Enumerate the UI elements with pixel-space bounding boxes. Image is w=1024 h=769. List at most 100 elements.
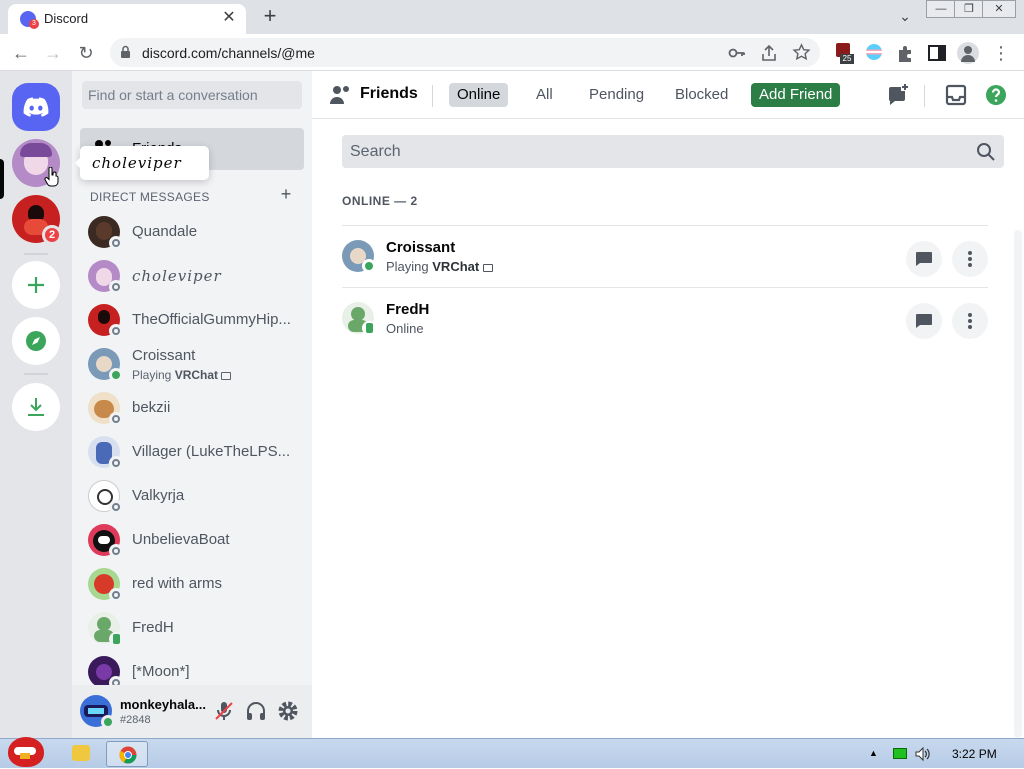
new-group-dm-icon[interactable] (886, 83, 910, 107)
friends-wave-icon (330, 86, 349, 104)
dm-name: Croissant (132, 347, 196, 364)
create-dm-plus-icon[interactable]: + (278, 185, 294, 203)
volume-icon[interactable] (914, 746, 932, 762)
extension-flag-icon[interactable] (864, 42, 886, 64)
key-icon[interactable] (728, 44, 746, 62)
browser-menu-icon[interactable]: ⋮ (990, 42, 1012, 64)
dm-name: choleviper (132, 267, 222, 285)
dm-item[interactable]: Croissant Playing VRChat (80, 342, 304, 386)
more-options-button[interactable] (952, 241, 988, 277)
compass-icon (26, 331, 46, 351)
chat-bubble-icon (916, 314, 932, 328)
start-button-angry-bird-icon[interactable] (4, 733, 48, 769)
status-mobile-icon (362, 321, 376, 335)
minimize-button[interactable]: — (926, 0, 956, 18)
tray-expand-icon[interactable]: ▲ (869, 748, 878, 758)
new-tab-button[interactable]: + (258, 5, 282, 29)
tab-close-icon[interactable]: ✕ (220, 9, 238, 27)
maximize-button[interactable]: ❐ (954, 0, 984, 18)
tab-notification-badge: 3 (29, 19, 39, 29)
page-title: Friends (360, 85, 418, 102)
network-icon[interactable] (893, 748, 907, 759)
friend-row[interactable]: FredH Online (342, 287, 988, 349)
tab-all[interactable]: All (528, 83, 561, 107)
browser-titlebar: 3 Discord ✕ + ⌄ — ❐ ✕ (0, 0, 1024, 34)
status-online-icon (109, 368, 123, 382)
profile-avatar-icon[interactable] (957, 42, 979, 64)
online-count-header: ONLINE — 2 (342, 194, 418, 208)
status-offline-icon (109, 456, 123, 470)
add-friend-button[interactable]: Add Friend (751, 83, 841, 107)
header-divider (924, 85, 925, 107)
dm-item[interactable]: TheOfficialGummyHip... (80, 298, 304, 342)
browser-tab-discord[interactable]: 3 Discord ✕ (8, 4, 246, 34)
back-arrow-icon[interactable]: ← (8, 40, 34, 66)
message-button[interactable] (906, 241, 942, 277)
friends-main-panel: Friends Online All Pending Blocked Add F… (312, 71, 1024, 738)
status-offline-icon (109, 280, 123, 294)
server-separator (24, 373, 48, 375)
mute-microphone-icon[interactable] (212, 699, 236, 723)
dm-item[interactable]: red with arms (80, 562, 304, 606)
rich-presence-icon (221, 371, 232, 380)
discord-logo-icon (23, 97, 49, 117)
windows-taskbar: ▲ 3:22 PM (0, 737, 1024, 768)
forward-arrow-icon[interactable]: → (40, 40, 66, 66)
friends-search-input[interactable]: Search (342, 135, 1004, 168)
home-discord-button[interactable] (12, 83, 60, 131)
scrollbar[interactable] (1014, 230, 1022, 738)
tab-search-chevron-icon[interactable]: ⌄ (894, 5, 916, 27)
search-placeholder: Search (350, 143, 401, 160)
dm-item[interactable]: Valkyrja (80, 474, 304, 518)
selected-server-indicator (0, 159, 4, 199)
direct-messages-header: DIRECT MESSAGES (90, 190, 210, 204)
dm-name: [*Moon*] (132, 663, 190, 680)
extensions-puzzle-icon[interactable] (895, 42, 917, 64)
bookmark-star-icon[interactable] (792, 43, 811, 62)
share-icon[interactable] (760, 44, 778, 62)
file-explorer-icon[interactable] (72, 745, 90, 761)
friend-name: FredH (386, 301, 430, 318)
explore-servers-button[interactable] (12, 317, 60, 365)
dm-item[interactable]: Quandale (80, 210, 304, 254)
dm-item[interactable]: FredH (80, 606, 304, 650)
dm-item[interactable]: Villager (LukeTheLPS... (80, 430, 304, 474)
dm-item[interactable]: bekzii (80, 386, 304, 430)
inbox-icon[interactable] (944, 83, 968, 107)
tab-blocked[interactable]: Blocked (667, 83, 736, 107)
status-online-icon (362, 259, 376, 273)
download-apps-button[interactable] (12, 383, 60, 431)
chat-bubble-icon (916, 252, 932, 266)
status-offline-icon (109, 588, 123, 602)
tab-pending[interactable]: Pending (581, 83, 652, 107)
dm-name: red with arms (132, 575, 223, 592)
address-bar[interactable]: discord.com/channels/@me (110, 38, 820, 67)
find-conversation-input[interactable]: Find or start a conversation (82, 81, 302, 109)
message-button[interactable] (906, 303, 942, 339)
status-offline-icon (109, 236, 123, 250)
deafen-headphones-icon[interactable] (244, 699, 268, 723)
dm-item[interactable]: choleviper (80, 254, 304, 298)
dm-name: bekzii (132, 399, 171, 416)
plus-icon (28, 277, 44, 293)
taskbar-chrome-button[interactable] (106, 741, 148, 767)
dm-item[interactable]: UnbelievaBoat (80, 518, 304, 562)
status-offline-icon (109, 544, 123, 558)
tab-online[interactable]: Online (449, 83, 509, 107)
user-settings-gear-icon[interactable] (276, 699, 300, 723)
user-tag: #2848 (120, 714, 151, 726)
friend-status: Playing VRChat (386, 259, 493, 274)
friend-row[interactable]: Croissant Playing VRChat (342, 225, 988, 287)
vertical-dots-icon (968, 251, 972, 267)
status-offline-icon (109, 324, 123, 338)
reload-icon[interactable]: ↻ (73, 40, 99, 66)
clock-time[interactable]: 3:22 PM (952, 747, 997, 761)
add-server-button[interactable] (12, 261, 60, 309)
window-close-button[interactable]: ✕ (982, 0, 1016, 18)
more-options-button[interactable] (952, 303, 988, 339)
extension-shield-icon[interactable]: 25 (834, 42, 856, 64)
help-question-icon[interactable] (984, 83, 1008, 107)
friend-status: Online (386, 321, 424, 336)
side-panel-icon[interactable] (926, 42, 948, 64)
download-icon (28, 398, 44, 416)
